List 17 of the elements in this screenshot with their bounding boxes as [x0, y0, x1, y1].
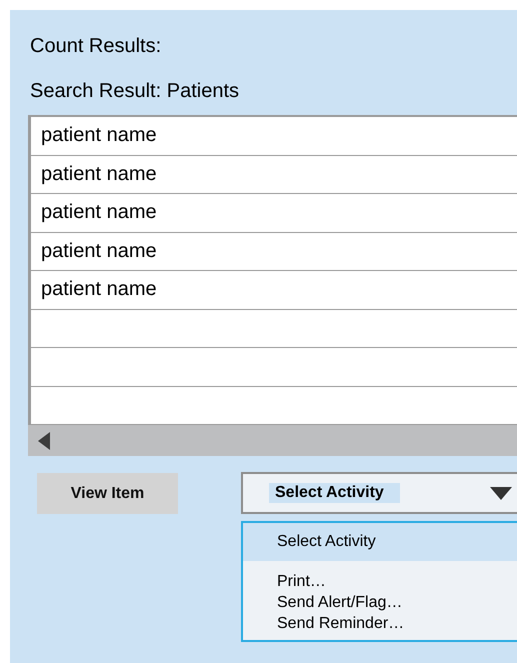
count-label: Count Results:: [30, 34, 162, 58]
dropdown-option[interactable]: Send Reminder…: [243, 613, 517, 634]
select-value: Select Activity: [269, 483, 400, 503]
patient-name[interactable]: patient name: [41, 240, 157, 262]
dropdown-option[interactable]: Send Alert/Flag…: [243, 592, 517, 613]
dropdown-option[interactable]: Select Activity: [243, 523, 517, 561]
search-label: Search Result: Patients: [30, 79, 239, 103]
patient-name[interactable]: patient name: [41, 162, 157, 184]
dropdown-caret-icon: [490, 486, 512, 500]
activity-select[interactable]: Select Activity: [241, 472, 517, 514]
scroll-left-icon[interactable]: [38, 432, 50, 450]
patient-name[interactable]: patient name: [41, 278, 157, 300]
dropdown-option[interactable]: Print…: [243, 571, 517, 592]
view-item-button[interactable]: View Item: [37, 473, 178, 514]
scrollbar[interactable]: [28, 425, 517, 456]
patient-name[interactable]: patient name: [41, 201, 157, 223]
patient-name[interactable]: patient name: [41, 124, 157, 146]
